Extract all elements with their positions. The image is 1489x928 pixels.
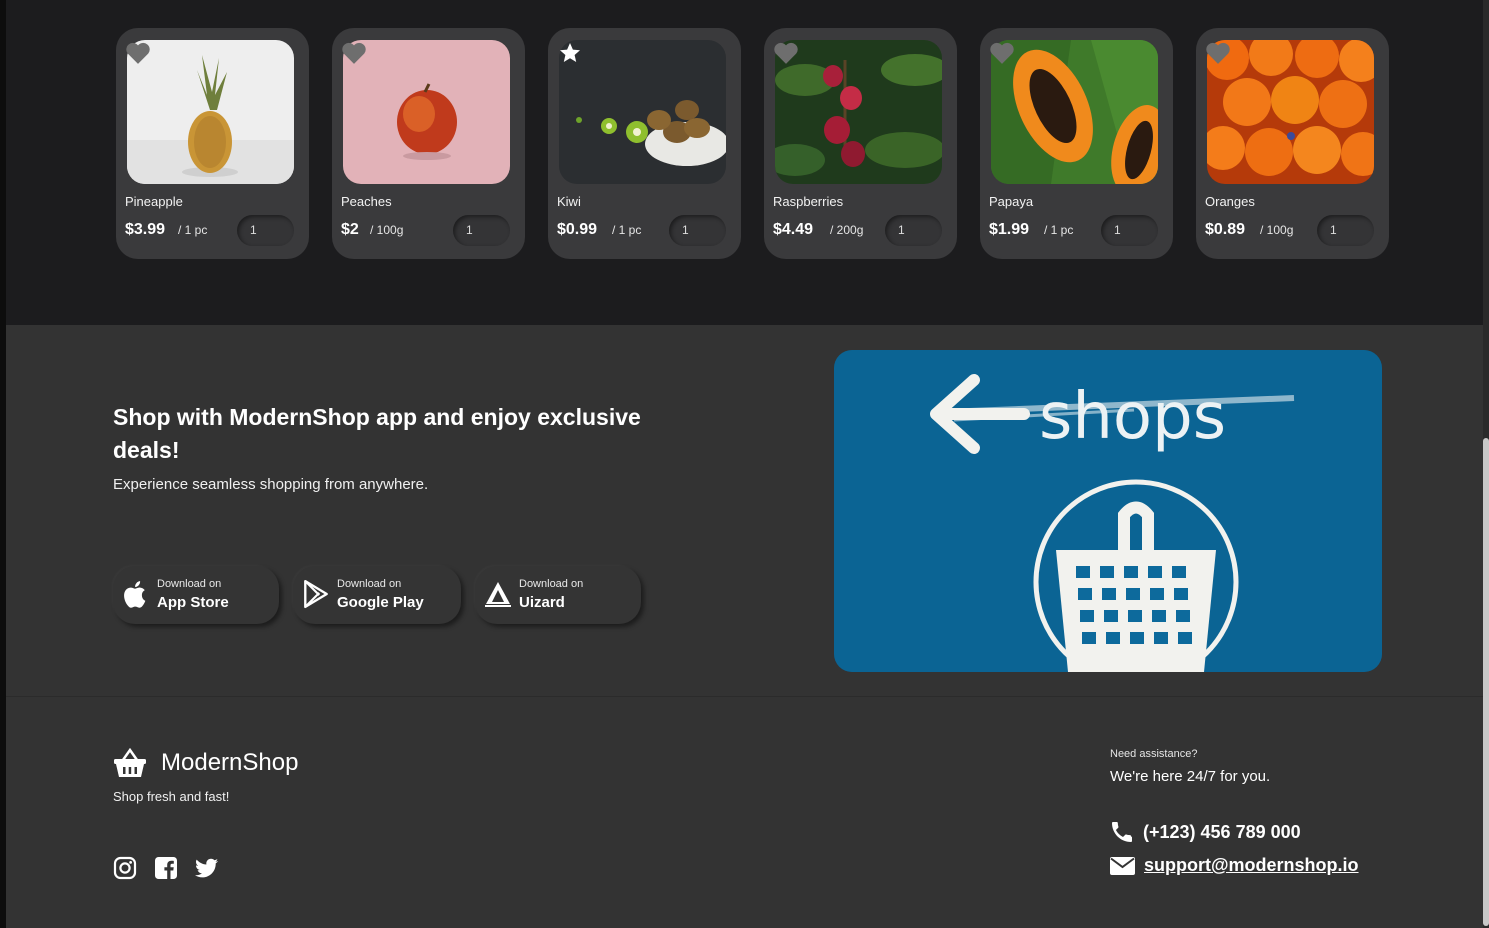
product-card[interactable]: Peaches $2 / 100g 1 (332, 28, 525, 259)
store-caption: Download on (337, 578, 402, 590)
product-card[interactable]: Oranges $0.89 / 100g 1 (1196, 28, 1389, 259)
store-buttons: Download on App Store Download on Google… (113, 566, 641, 624)
quantity-input[interactable]: 1 (669, 215, 726, 246)
product-image[interactable] (775, 40, 942, 184)
product-price: $3.99 (125, 221, 166, 238)
product-name: Pineapple (125, 194, 183, 209)
scrollbar-thumb[interactable] (1483, 438, 1489, 926)
heart-icon[interactable] (1205, 41, 1231, 65)
product-unit: / 1 pc (1044, 223, 1074, 237)
apple-icon (124, 581, 146, 608)
kiwi-image (559, 40, 726, 184)
brand-tagline: Shop fresh and fast! (113, 789, 230, 804)
products-section: Pineapple $3.99 / 1 pc 1 Peaches $2 / 10… (6, 0, 1483, 325)
quantity-input[interactable]: 1 (453, 215, 510, 246)
product-name: Papaya (989, 194, 1034, 209)
raspberries-image (775, 40, 942, 184)
email-contact[interactable]: support@modernshop.io (1110, 855, 1359, 876)
promo-subtitle: Experience seamless shopping from anywhe… (113, 476, 429, 493)
twitter-icon[interactable] (195, 856, 219, 880)
promo-image: shops (834, 350, 1382, 672)
product-card[interactable]: Raspberries $4.49 / 200g 1 (764, 28, 957, 259)
product-image[interactable] (127, 40, 294, 184)
product-cards: Pineapple $3.99 / 1 pc 1 Peaches $2 / 10… (116, 28, 1389, 259)
product-price: $1.99 (989, 221, 1030, 238)
google-play-button[interactable]: Download on Google Play (293, 566, 461, 624)
product-unit: / 100g (1260, 223, 1294, 237)
oranges-image (1207, 40, 1374, 184)
product-card[interactable]: Kiwi $0.99 / 1 pc 1 (548, 28, 741, 259)
assistance-block: Need assistance? We're here 24/7 for you… (1110, 748, 1270, 785)
shops-text: shops (1039, 380, 1226, 454)
heart-icon[interactable] (125, 41, 151, 65)
phone-icon (1112, 822, 1132, 842)
star-icon[interactable] (557, 41, 583, 65)
store-name: Uizard (519, 594, 565, 611)
instagram-icon[interactable] (113, 856, 137, 880)
email-link[interactable]: support@modernshop.io (1144, 855, 1359, 876)
store-name: Google Play (337, 594, 424, 611)
uizard-button[interactable]: Download on Uizard (475, 566, 641, 624)
promo-title: Shop with ModernShop app and enjoy exclu… (113, 404, 641, 463)
peach-image (343, 40, 510, 184)
uizard-icon (485, 582, 511, 607)
social-links (113, 856, 219, 880)
product-card[interactable]: Papaya $1.99 / 1 pc 1 (980, 28, 1173, 259)
product-image[interactable] (559, 40, 726, 184)
assist-heading: Need assistance? (1110, 748, 1198, 760)
product-image[interactable] (1207, 40, 1374, 184)
shops-sign-image: shops (834, 350, 1382, 672)
brand[interactable]: ModernShop (113, 748, 298, 778)
product-unit: / 1 pc (612, 223, 642, 237)
footer: ModernShop Shop fresh and fast! Need ass… (6, 698, 1483, 928)
google-play-icon (304, 579, 328, 609)
product-name: Peaches (341, 194, 392, 209)
product-name: Raspberries (773, 194, 844, 209)
pineapple-image (127, 40, 294, 184)
product-unit: / 100g (370, 223, 404, 237)
heart-icon[interactable] (989, 41, 1015, 65)
phone-contact[interactable]: (+123) 456 789 000 (1110, 820, 1301, 844)
scrollbar[interactable] (1483, 0, 1489, 928)
product-image[interactable] (991, 40, 1158, 184)
product-image[interactable] (343, 40, 510, 184)
product-price: $2 (341, 221, 359, 238)
product-price: $0.99 (557, 221, 598, 238)
brand-name: ModernShop (161, 749, 299, 776)
facebook-icon[interactable] (154, 856, 178, 880)
store-caption: Download on (157, 578, 222, 590)
product-unit: / 1 pc (178, 223, 208, 237)
heart-icon[interactable] (341, 41, 367, 65)
product-name: Kiwi (557, 194, 581, 209)
product-price: $4.49 (773, 221, 814, 238)
store-name: App Store (157, 594, 229, 611)
heart-icon[interactable] (773, 41, 799, 65)
phone-number: (+123) 456 789 000 (1143, 821, 1301, 842)
product-card[interactable]: Pineapple $3.99 / 1 pc 1 (116, 28, 309, 259)
app-store-button[interactable]: Download on App Store (113, 566, 279, 624)
app-promo-section: Shop with ModernShop app and enjoy exclu… (6, 325, 1483, 697)
product-name: Oranges (1205, 194, 1255, 209)
quantity-input[interactable]: 1 (885, 215, 942, 246)
page: Pineapple $3.99 / 1 pc 1 Peaches $2 / 10… (0, 0, 1489, 928)
quantity-input[interactable]: 1 (1317, 215, 1374, 246)
store-caption: Download on (519, 578, 584, 590)
envelope-icon (1110, 856, 1135, 875)
basket-logo-icon (114, 748, 146, 777)
product-price: $0.89 (1205, 221, 1246, 238)
quantity-input[interactable]: 1 (1101, 215, 1158, 246)
papaya-image (991, 40, 1158, 184)
quantity-input[interactable]: 1 (237, 215, 294, 246)
assist-text: We're here 24/7 for you. (1110, 768, 1271, 785)
product-unit: / 200g (830, 223, 864, 237)
